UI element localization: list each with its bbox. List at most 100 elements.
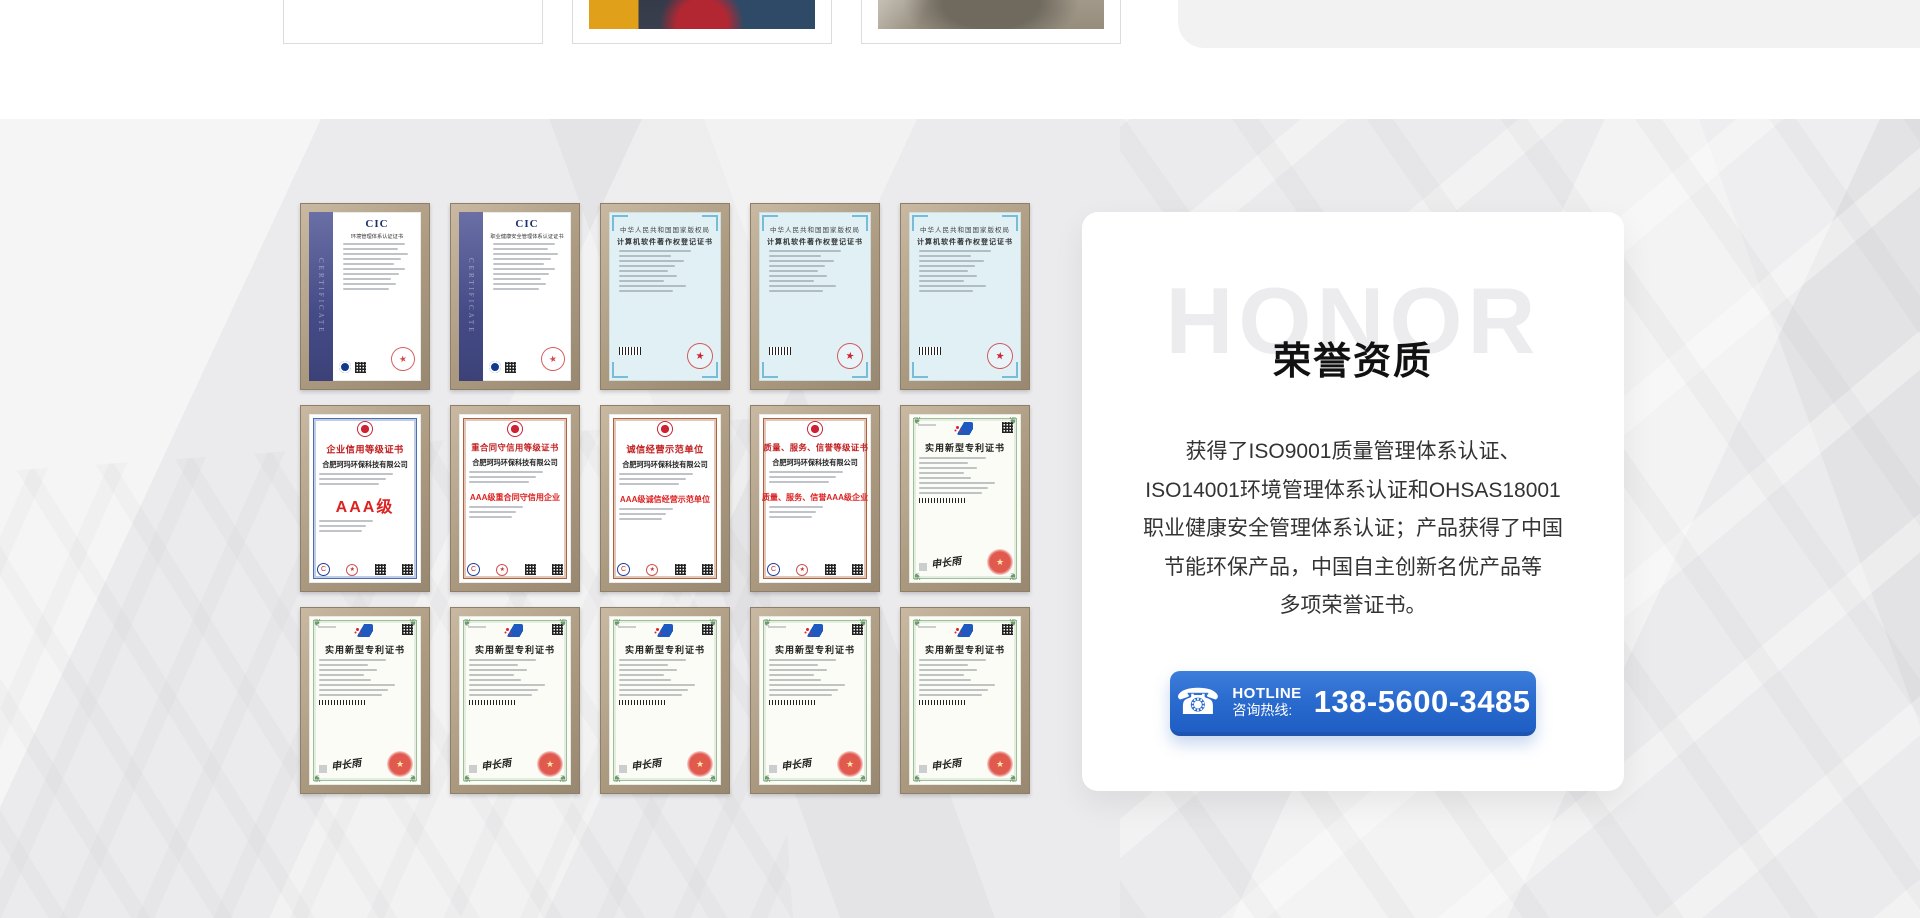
qr-code-icon: [375, 564, 386, 575]
signature-label: [769, 765, 777, 773]
project-photo-card[interactable]: [861, 0, 1121, 44]
certificate-page: 诚信经营示范单位合肥珂玛环保科技有限公司AAA级诚信经营示范单位C★: [609, 414, 721, 583]
signature-label: [319, 765, 327, 773]
honor-description: 获得了ISO9001质量管理体系认证、 ISO14001环境管理体系认证和OHS…: [1103, 433, 1603, 626]
text-line: [919, 674, 964, 676]
text-line: [919, 664, 968, 666]
official-signature: 申长雨: [930, 552, 962, 571]
corner-ornament-icon: [762, 362, 778, 378]
qr-code-icon: [852, 564, 863, 575]
text-line: [619, 275, 677, 277]
cnipa-logo-icon: [957, 624, 973, 637]
certificate-page: 中华人民共和国国家版权局计算机软件著作权登记证书★: [609, 212, 721, 381]
signature-label: [469, 765, 477, 773]
text-line: [919, 255, 971, 257]
certificate-band-text: CERTIFICATE: [317, 258, 325, 335]
certificate-body: CIC环境管理体系认证证书★: [333, 212, 421, 381]
certificate-page: CERTIFICATE CIC环境管理体系认证证书★: [309, 212, 421, 381]
text-line: [769, 659, 836, 661]
signature-label: [919, 765, 927, 773]
text-line: [919, 290, 973, 292]
project-photo-card[interactable]: [572, 0, 832, 44]
text-line: [469, 516, 512, 518]
certificate-title: 质量、服务、信誉等级证书: [763, 442, 866, 454]
text-line: [619, 265, 675, 267]
text-line: [919, 669, 977, 671]
certificate-thumbnail[interactable]: ❦❦❦❦实用新型专利证书申长雨★: [300, 607, 430, 794]
text-line: [919, 260, 984, 262]
signature-row: 申长雨★: [769, 751, 863, 777]
certificate-title: 计算机软件著作权登记证书: [909, 237, 1021, 247]
text-line: [769, 481, 829, 483]
certificate-thumbnail[interactable]: 中华人民共和国国家版权局计算机软件著作权登记证书★: [900, 203, 1030, 390]
national-emblem-seal-icon: ★: [687, 751, 713, 777]
certificate-title: 环境管理体系认证证书: [335, 232, 419, 240]
serial-number: [618, 626, 636, 628]
text-line: [343, 263, 394, 265]
qr-code-icon: [675, 564, 686, 575]
certificate-thumbnail[interactable]: ❦❦❦❦实用新型专利证书申长雨★: [900, 405, 1030, 592]
certificate-header: [459, 624, 571, 640]
star-seal-icon: ★: [646, 564, 658, 576]
text-line: [619, 513, 666, 515]
project-photo-card[interactable]: [283, 0, 543, 44]
text-line: [319, 664, 368, 666]
certificate-thumbnail[interactable]: 企业信用等级证书合肥珂玛环保科技有限公司AAA级C★: [300, 405, 430, 592]
corner-ornament-icon: [912, 362, 928, 378]
cnipa-logo-icon: [657, 624, 673, 637]
credit-seal-icon: C: [617, 563, 630, 576]
certificate-thumbnail[interactable]: ❦❦❦❦实用新型专利证书申长雨★: [750, 607, 880, 794]
corner-ornament-icon: [702, 215, 718, 231]
certificate-thumbnail[interactable]: ❦❦❦❦实用新型专利证书申长雨★: [450, 607, 580, 794]
qr-code-icon: [552, 624, 563, 635]
certificate-page: 重合同守信用等级证书合肥珂玛环保科技有限公司AAA级重合同守信用企业C★: [459, 414, 571, 583]
text-line: [919, 280, 964, 282]
certificate-header: [609, 624, 721, 640]
cnipa-logo-icon: [807, 624, 823, 637]
award-text: AAA级诚信经营示范单位: [612, 493, 718, 504]
qr-code-icon: [1002, 624, 1013, 635]
certificate-thumbnail[interactable]: ❦❦❦❦实用新型专利证书申长雨★: [900, 607, 1030, 794]
description-line: 获得了ISO9001质量管理体系认证、: [1103, 433, 1603, 472]
text-line: [769, 689, 838, 691]
text-line: [919, 270, 968, 272]
certifier-logo-text: CIC: [483, 218, 571, 230]
hotline-button[interactable]: ☎ HOTLINE 咨询热线: 138-5600-3485: [1170, 671, 1536, 736]
text-line: [769, 255, 821, 257]
telephone-icon: ☎: [1176, 684, 1221, 720]
certificate-thumbnail[interactable]: 中华人民共和国国家版权局计算机软件著作权登记证书★: [750, 203, 880, 390]
certificate-thumbnail[interactable]: 中华人民共和国国家版权局计算机软件著作权登记证书★: [600, 203, 730, 390]
text-line: [319, 478, 386, 480]
certificate-thumbnail[interactable]: CERTIFICATECIC职业健康安全管理体系认证证书★: [450, 203, 580, 390]
text-line: [319, 659, 386, 661]
hotline-label-zh: 咨询热线:: [1232, 702, 1292, 718]
certificate-body-lines: [483, 243, 571, 290]
text-line: [319, 525, 366, 527]
text-line: [619, 255, 671, 257]
signature-row: 申长雨★: [469, 751, 563, 777]
signature-row: 申长雨★: [919, 751, 1013, 777]
text-line: [319, 689, 388, 691]
certificate-thumbnail[interactable]: 诚信经营示范单位合肥珂玛环保科技有限公司AAA级诚信经营示范单位C★: [600, 405, 730, 592]
section-title: 荣誉资质: [1082, 330, 1624, 385]
certificate-thumbnail[interactable]: 质量、服务、信誉等级证书合肥珂玛环保科技有限公司质量、服务、信誉AAA级企业C★: [750, 405, 880, 592]
description-line: 职业健康安全管理体系认证；产品获得了中国: [1103, 510, 1603, 549]
text-line: [619, 270, 668, 272]
text-line: [619, 473, 693, 475]
certificate-thumbnail[interactable]: CERTIFICATE CIC环境管理体系认证证书★: [300, 203, 430, 390]
certificate-title: 职业健康安全管理体系认证证书: [485, 232, 569, 240]
certificate-thumbnail[interactable]: 重合同守信用等级证书合肥珂玛环保科技有限公司AAA级重合同守信用企业C★: [450, 405, 580, 592]
text-line: [319, 694, 382, 696]
text-line: [769, 471, 843, 473]
corner-ornament-icon: [912, 215, 928, 231]
text-line: [919, 275, 977, 277]
text-line: [919, 472, 964, 474]
official-signature: 申长雨: [330, 754, 362, 773]
text-line: [919, 457, 986, 459]
certificate-thumbnail[interactable]: ❦❦❦❦实用新型专利证书申长雨★: [600, 607, 730, 794]
certificate-header: [309, 624, 421, 640]
text-line: [343, 253, 408, 255]
star-seal-icon: ★: [796, 564, 808, 576]
signature-row: 申长雨★: [919, 549, 1013, 575]
description-line: 节能环保产品，中国自主创新名优产品等: [1103, 549, 1603, 588]
